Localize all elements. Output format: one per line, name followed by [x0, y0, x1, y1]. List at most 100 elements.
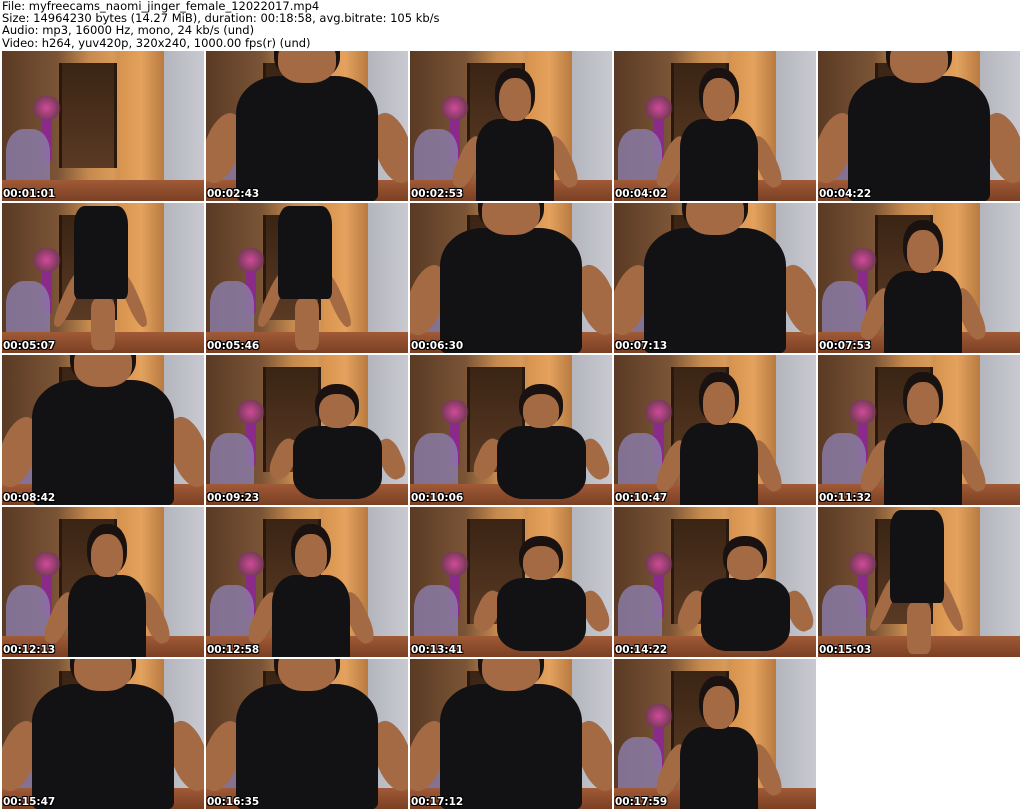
chair	[210, 433, 255, 490]
video-thumbnail[interactable]: 00:15:47	[2, 659, 204, 809]
video-thumbnail[interactable]: 00:10:47	[614, 355, 816, 505]
video-thumbnail[interactable]: 00:07:53	[818, 203, 1020, 353]
person-figure	[448, 78, 583, 201]
video-thumbnail[interactable]: 00:12:58	[206, 507, 408, 657]
video-thumbnail[interactable]: 00:11:32	[818, 355, 1020, 505]
thumbnail-timestamp: 00:07:13	[615, 340, 668, 352]
person-figure	[614, 203, 816, 353]
person-head	[73, 355, 133, 387]
video-thumbnail[interactable]: 00:16:35	[206, 659, 408, 809]
flower-vase	[642, 96, 675, 120]
video-thumbnail[interactable]: 00:14:22	[614, 507, 816, 657]
person-body	[883, 270, 963, 353]
video-thumbnail[interactable]: 00:15:03	[818, 507, 1020, 657]
flower-vase	[234, 552, 267, 576]
person-head	[685, 203, 745, 235]
flower-vase	[846, 552, 879, 576]
thumbnail-timestamp: 00:12:58	[207, 644, 260, 656]
person-body	[883, 422, 963, 505]
person-body	[31, 379, 175, 505]
person-body	[67, 574, 147, 657]
person-figure	[818, 51, 1020, 201]
thumbnail-timestamp: 00:07:53	[819, 340, 872, 352]
door	[119, 51, 164, 201]
thumbnail-timestamp: 00:17:12	[411, 796, 464, 808]
person-figure	[2, 355, 204, 505]
chair	[6, 281, 51, 338]
person-figure	[206, 659, 408, 809]
person-head	[703, 78, 736, 122]
person-body	[235, 683, 379, 809]
flower-vase	[438, 552, 471, 576]
video-thumbnail[interactable]: 00:09:23	[206, 355, 408, 505]
person-figure	[856, 230, 991, 353]
thumbnail-timestamp: 00:02:43	[207, 188, 260, 200]
video-thumbnail[interactable]: 00:06:30	[410, 203, 612, 353]
person-figure	[673, 546, 816, 651]
person-figure	[244, 534, 379, 657]
person-head	[907, 230, 940, 274]
flower-vase	[642, 704, 675, 728]
person-body	[847, 75, 991, 201]
video-thumbnail[interactable]: 00:02:43	[206, 51, 408, 201]
thumbnail-timestamp: 00:15:03	[819, 644, 872, 656]
thumbnail-timestamp: 00:05:46	[207, 340, 260, 352]
shelf	[58, 63, 118, 168]
thumbnail-timestamp: 00:09:23	[207, 492, 260, 504]
person-body	[679, 118, 759, 201]
video-thumbnail[interactable]: 00:01:01	[2, 51, 204, 201]
person-figure	[410, 203, 612, 353]
thumbnail-timestamp: 00:15:47	[3, 796, 56, 808]
thumbnail-timestamp: 00:01:01	[3, 188, 56, 200]
video-thumbnail[interactable]: 00:12:13	[2, 507, 204, 657]
chair	[822, 585, 867, 642]
person-body	[643, 227, 787, 353]
thumbnail-timestamp: 00:14:22	[615, 644, 668, 656]
person-body	[278, 206, 332, 299]
person-body	[679, 422, 759, 505]
thumbnail-timestamp: 00:08:42	[3, 492, 56, 504]
thumbnail-timestamp: 00:11:32	[819, 492, 872, 504]
thumbnail-timestamp: 00:10:47	[615, 492, 668, 504]
person-head	[481, 659, 541, 691]
person-head	[277, 659, 337, 691]
video-thumbnail[interactable]: 00:02:53	[410, 51, 612, 201]
person-legs	[90, 299, 116, 350]
video-thumbnail[interactable]: 00:07:13	[614, 203, 816, 353]
person-legs	[294, 299, 320, 350]
chair	[210, 281, 255, 338]
person-figure	[469, 546, 612, 651]
video-thumbnail[interactable]: 00:17:12	[410, 659, 612, 809]
thumbnail-timestamp: 00:16:35	[207, 796, 260, 808]
person-body	[235, 75, 379, 201]
flower-vase	[846, 248, 879, 272]
video-thumbnail[interactable]: 00:08:42	[2, 355, 204, 505]
video-thumbnail[interactable]: 00:05:46	[206, 203, 408, 353]
audio-info-line: Audio: mp3, 16000 Hz, mono, 24 kb/s (und…	[2, 23, 255, 38]
person-body	[679, 726, 759, 809]
video-thumbnail[interactable]: 00:17:59	[614, 659, 816, 809]
flower-vase	[642, 552, 675, 576]
video-thumbnail[interactable]: 00:05:07	[2, 203, 204, 353]
video-thumbnail[interactable]: 00:10:06	[410, 355, 612, 505]
flower-vase	[438, 96, 471, 120]
video-thumbnail[interactable]: 00:04:02	[614, 51, 816, 201]
person-head	[703, 382, 736, 426]
video-thumbnail[interactable]: 00:04:22	[818, 51, 1020, 201]
thumbnail-timestamp: 00:10:06	[411, 492, 464, 504]
person-figure	[469, 394, 612, 499]
person-body	[475, 118, 555, 201]
person-figure	[652, 382, 787, 505]
person-body	[496, 425, 586, 499]
person-head	[319, 394, 356, 428]
thumbnail-timestamp: 00:05:07	[3, 340, 56, 352]
person-head	[727, 546, 764, 580]
person-figure	[2, 659, 204, 809]
person-body	[890, 510, 944, 603]
person-body	[496, 577, 586, 651]
person-body	[439, 683, 583, 809]
person-legs	[906, 603, 932, 654]
person-head	[889, 51, 949, 83]
video-thumbnail[interactable]: 00:13:41	[410, 507, 612, 657]
person-body	[700, 577, 790, 651]
